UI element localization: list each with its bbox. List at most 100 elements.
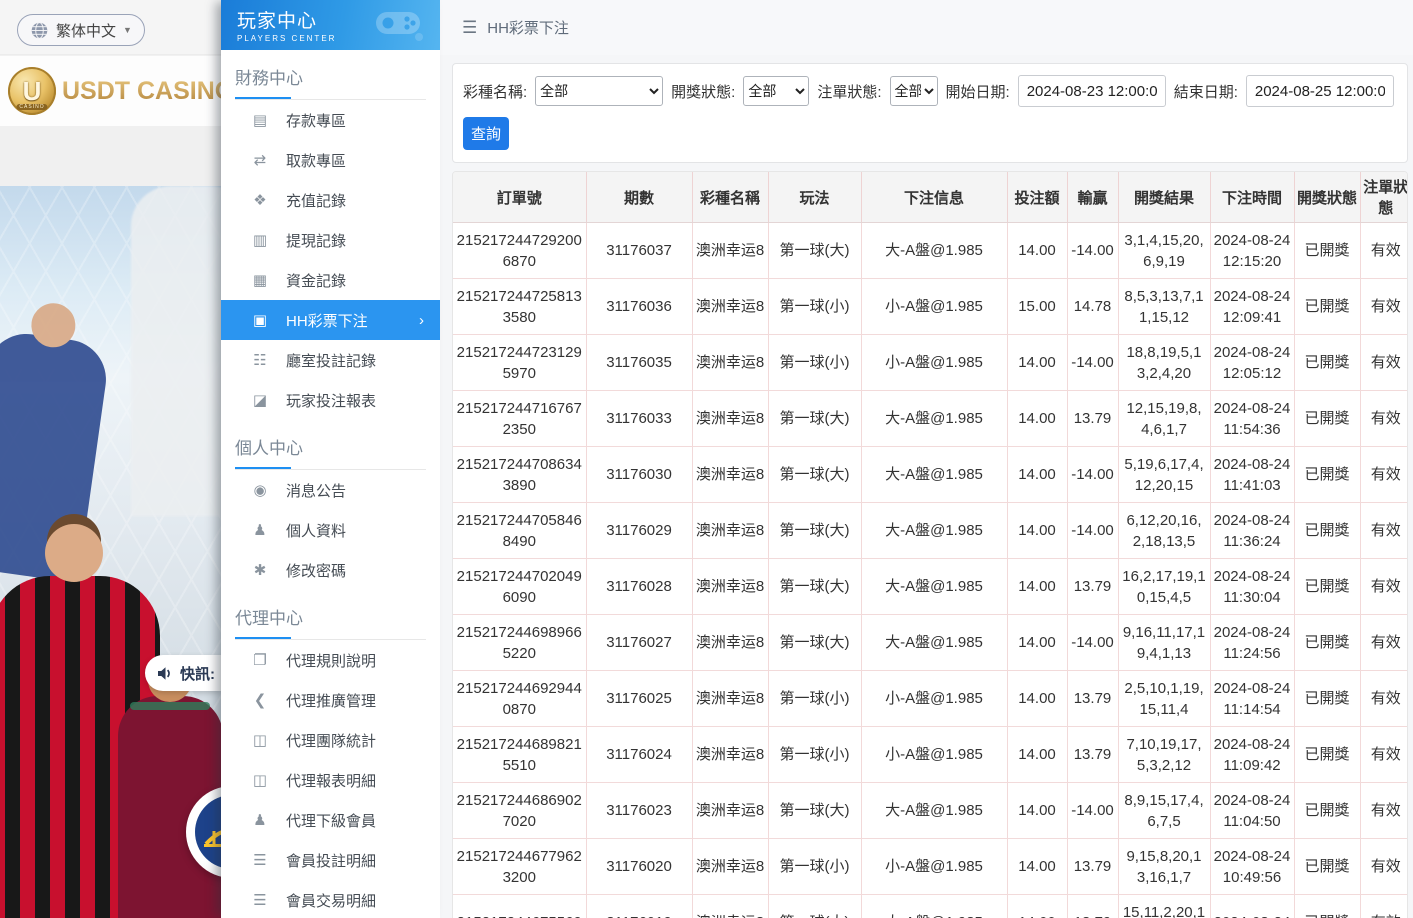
sidebar-item-label: 資金記錄 <box>286 270 346 291</box>
member-trades-icon: ☰ <box>251 891 269 909</box>
order-status-select[interactable]: 全部 <box>890 76 938 106</box>
hamburger-menu-icon[interactable]: ☰ <box>462 18 477 38</box>
table-cell: 2024-08-24 12:09:41 <box>1210 279 1294 335</box>
sidebar-item[interactable]: ☷廳室投註記錄 <box>221 340 440 380</box>
player-figure-ghost <box>131 186 221 516</box>
sports-hero-image <box>0 186 221 918</box>
column-header: 投注額 <box>1007 172 1067 223</box>
gamepad-icon <box>374 8 426 42</box>
table-row: 21521724467556931176019澳洲幸运8第一球(大)大-A盤@1… <box>453 895 1408 918</box>
column-header: 訂單號 <box>453 172 586 223</box>
news-ticker-button[interactable]: 快訊: <box>145 655 221 691</box>
table-cell: 2152172447231295970 <box>453 335 586 391</box>
sidebar-item[interactable]: ☰會員投註明細 <box>221 840 440 880</box>
sidebar-item-label: 提現記錄 <box>286 230 346 251</box>
table-cell: 5,19,6,17,4,12,20,15 <box>1118 447 1210 503</box>
table-cell: 第一球(大) <box>768 783 861 839</box>
recharge-record-icon: ❖ <box>251 191 269 209</box>
sidebar-item[interactable]: ❖充值記錄 <box>221 180 440 220</box>
table-cell: 2024-08-24 <box>1210 895 1294 918</box>
table-cell: 2024-08-24 11:41:03 <box>1210 447 1294 503</box>
table-row: 215217244689821551031176024澳洲幸运8第一球(小)小-… <box>453 727 1408 783</box>
table-cell: 澳洲幸运8 <box>692 391 768 447</box>
table-cell: 已開獎 <box>1294 671 1360 727</box>
sidebar-item-label: 會員投註明細 <box>286 850 376 871</box>
funds-record-icon: ▦ <box>251 271 269 289</box>
table-cell: -14.00 <box>1067 615 1118 671</box>
table-cell: 2,5,10,1,19,15,11,4 <box>1118 671 1210 727</box>
table-cell: 澳洲幸运8 <box>692 783 768 839</box>
table-cell: 7,10,19,17,5,3,2,12 <box>1118 727 1210 783</box>
profile-icon: ♟ <box>251 521 269 539</box>
table-cell: 有效 <box>1360 895 1408 918</box>
table-cell: 31176028 <box>586 559 692 615</box>
table-cell: 14.00 <box>1007 671 1067 727</box>
table-cell: 第一球(大) <box>768 503 861 559</box>
sidebar-item[interactable]: ♟代理下級會員 <box>221 800 440 840</box>
table-cell: 14.00 <box>1007 895 1067 918</box>
spacer-band <box>0 126 221 186</box>
sidebar-item[interactable]: ▤存款專區 <box>221 100 440 140</box>
table-cell: 澳洲幸运8 <box>692 335 768 391</box>
table-cell: 大-A盤@1.985 <box>861 391 1007 447</box>
rules-doc-icon: ❐ <box>251 651 269 669</box>
table-cell: 13.79 <box>1067 559 1118 615</box>
table-cell: 2024-08-24 11:30:04 <box>1210 559 1294 615</box>
sidebar-item-label: 存款專區 <box>286 110 346 131</box>
lottery-name-label: 彩種名稱: <box>463 81 527 102</box>
table-cell: 2152172447292006870 <box>453 223 586 279</box>
table-cell: 9,15,8,20,13,16,1,7 <box>1118 839 1210 895</box>
table-cell: 31176036 <box>586 279 692 335</box>
table-cell: 3,1,4,15,20,6,9,19 <box>1118 223 1210 279</box>
player-center-sidebar: 玩家中心 PLAYERS CENTER 財務中心▤存款專區⇄取款專區❖充值記錄▥… <box>221 0 440 918</box>
sidebar-item-label: 修改密碼 <box>286 560 346 581</box>
table-cell: 15.00 <box>1007 279 1067 335</box>
table-cell: 31176037 <box>586 223 692 279</box>
table-row: 215217244692944087031176025澳洲幸运8第一球(小)小-… <box>453 671 1408 727</box>
table-cell: 已開獎 <box>1294 783 1360 839</box>
table-cell: 31176035 <box>586 335 692 391</box>
table-cell: 第一球(大) <box>768 391 861 447</box>
table-cell: 澳洲幸运8 <box>692 223 768 279</box>
site-topbar: 繁体中文 ▼ <box>0 0 221 55</box>
table-cell: 2152172447086343890 <box>453 447 586 503</box>
table-cell: 14.00 <box>1007 391 1067 447</box>
column-header: 下注時間 <box>1210 172 1294 223</box>
team-stats-icon: ◫ <box>251 731 269 749</box>
search-button[interactable]: 查詢 <box>463 117 509 150</box>
brand-ball-caption: CASINO <box>16 104 47 110</box>
withdraw-icon: ⇄ <box>251 151 269 169</box>
sidebar-item[interactable]: ❮代理推廣管理 <box>221 680 440 720</box>
draw-status-select[interactable]: 全部 <box>743 76 809 106</box>
sidebar-item[interactable]: ☰會員交易明細 <box>221 880 440 918</box>
table-cell: -14.00 <box>1067 447 1118 503</box>
sidebar-item[interactable]: ▥提現記錄 <box>221 220 440 260</box>
sidebar-item[interactable]: ♟個人資料 <box>221 510 440 550</box>
table-body: 215217244729200687031176037澳洲幸运8第一球(大)大-… <box>453 223 1408 918</box>
table-cell: 小-A盤@1.985 <box>861 335 1007 391</box>
table-cell: 16,2,17,19,10,15,4,5 <box>1118 559 1210 615</box>
sidebar-section-label: 個人中心 <box>235 434 426 467</box>
sidebar-item[interactable]: ◫代理團隊統計 <box>221 720 440 760</box>
sidebar-item[interactable]: ❐代理規則說明 <box>221 640 440 680</box>
table-row: 215217244708634389031176030澳洲幸运8第一球(大)大-… <box>453 447 1408 503</box>
lottery-name-select[interactable]: 全部 <box>535 76 663 106</box>
sidebar-item[interactable]: ▦ 資金記錄 <box>221 260 440 300</box>
sidebar-item[interactable]: ◫代理報表明細 <box>221 760 440 800</box>
table-cell: 14.00 <box>1007 839 1067 895</box>
table-cell: 2152172446779623200 <box>453 839 586 895</box>
language-selector[interactable]: 繁体中文 ▼ <box>17 14 145 46</box>
start-date-input[interactable] <box>1018 75 1166 107</box>
end-date-input[interactable] <box>1246 75 1394 107</box>
table-cell: 第一球(小) <box>768 671 861 727</box>
table-cell: 2024-08-24 11:09:42 <box>1210 727 1294 783</box>
sidebar-item[interactable]: ◉消息公告 <box>221 470 440 510</box>
brand-monogram: U <box>23 76 42 107</box>
start-date-label: 開始日期: <box>946 81 1010 102</box>
sidebar-item[interactable]: ▣HH彩票下注› <box>221 300 440 340</box>
hall-bet-record-icon: ☷ <box>251 351 269 369</box>
sidebar-item[interactable]: ✱修改密碼 <box>221 550 440 590</box>
sidebar-item[interactable]: ◪玩家投注報表 <box>221 380 440 420</box>
sidebar-item[interactable]: ⇄取款專區 <box>221 140 440 180</box>
table-cell: 已開獎 <box>1294 559 1360 615</box>
